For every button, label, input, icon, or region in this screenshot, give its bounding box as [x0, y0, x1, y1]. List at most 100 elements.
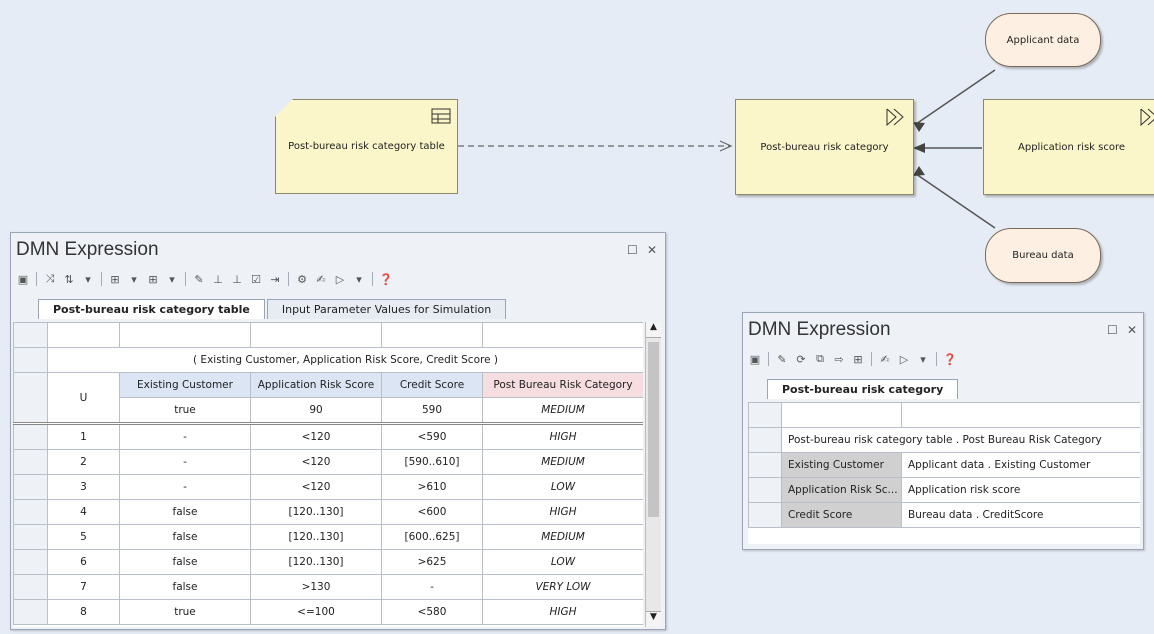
table-cell[interactable]: <600	[381, 499, 483, 525]
play-icon[interactable]: ▷	[332, 271, 348, 287]
table-row[interactable]: 3- <120 >610 LOW	[13, 474, 643, 500]
table-knowledge-node[interactable]: Post-bureau risk category table	[275, 99, 458, 194]
applicant-data-node[interactable]: Applicant data	[985, 13, 1101, 67]
table-cell[interactable]: <580	[381, 599, 483, 625]
validate-icon[interactable]: ⚙	[294, 271, 310, 287]
table-cell[interactable]: [590..610]	[381, 449, 483, 475]
shuffle-icon[interactable]: ⤨	[42, 271, 58, 287]
column-header-existing-customer[interactable]: Existing Customer	[119, 372, 251, 398]
table-cell[interactable]: LOW	[482, 549, 643, 575]
table-row[interactable]: 4 false [120..130] <600 HIGH	[13, 499, 643, 525]
table-cell[interactable]: [120..130]	[250, 499, 382, 525]
hierarchy-icon[interactable]: ⊥	[210, 271, 226, 287]
edit-icon[interactable]: ✎	[774, 351, 790, 367]
bureau-data-node[interactable]: Bureau data	[985, 228, 1101, 283]
chevron-down-icon[interactable]: ▾	[351, 271, 367, 287]
tab-simulation[interactable]: Input Parameter Values for Simulation	[266, 299, 507, 319]
hierarchy-alt-icon[interactable]: ⊥	[229, 271, 245, 287]
table-cell[interactable]: [600..625]	[381, 524, 483, 550]
scroll-down-icon[interactable]: ▼	[646, 611, 661, 627]
sample-cell[interactable]: 90	[250, 397, 382, 424]
table-cell[interactable]: true	[119, 599, 251, 625]
tab-table[interactable]: Post-bureau risk category table	[38, 299, 265, 319]
row-header[interactable]	[13, 574, 48, 600]
parameter-value[interactable]: Application risk score	[901, 477, 1140, 503]
table-row[interactable]: 8 true <=100 <580 HIGH	[13, 599, 643, 625]
row-header[interactable]	[748, 502, 782, 528]
table-icon[interactable]: ⊞	[850, 351, 866, 367]
save-icon[interactable]: ▣	[747, 351, 763, 367]
row-header[interactable]	[13, 499, 48, 525]
table-cell[interactable]: <120	[250, 474, 382, 500]
table-cell[interactable]: false	[119, 549, 251, 575]
table-cell[interactable]: <120	[250, 423, 382, 450]
binding-grid[interactable]: Post-bureau risk category table . Post B…	[748, 402, 1140, 544]
close-icon[interactable]: ✕	[647, 243, 657, 257]
table-cell[interactable]: -	[119, 449, 251, 475]
row-header[interactable]	[748, 427, 782, 453]
decision-node[interactable]: Post-bureau risk category	[735, 99, 914, 195]
table-row[interactable]: 2- <120 [590..610] MEDIUM	[13, 449, 643, 475]
edit-doc-icon[interactable]: ✍	[877, 351, 893, 367]
row-header[interactable]	[748, 452, 782, 478]
row-header[interactable]	[13, 474, 48, 500]
table-cell[interactable]: >130	[250, 574, 382, 600]
row-header[interactable]	[13, 599, 48, 625]
corner-cell[interactable]	[748, 402, 782, 428]
table-cell[interactable]: false	[119, 499, 251, 525]
edit-doc-icon[interactable]: ✍	[313, 271, 329, 287]
table-cell[interactable]: false	[119, 574, 251, 600]
export-icon[interactable]: ⇨	[831, 351, 847, 367]
table-cell[interactable]: HIGH	[482, 423, 643, 450]
table-cell[interactable]: MEDIUM	[482, 524, 643, 550]
sample-cell[interactable]: 590	[381, 397, 483, 424]
vertical-scrollbar[interactable]: ▲ ▼	[645, 322, 661, 627]
row-header[interactable]	[13, 347, 48, 373]
table-row[interactable]: Existing Customer Applicant data . Existi…	[748, 452, 1140, 478]
scrollbar-thumb[interactable]	[648, 342, 659, 517]
corner-cell[interactable]	[13, 322, 48, 348]
close-icon[interactable]: ✕	[1127, 323, 1137, 337]
hit-policy-cell[interactable]: U	[47, 372, 120, 424]
insert-icon[interactable]: ⇥	[267, 271, 283, 287]
chevron-down-icon[interactable]: ▾	[164, 271, 180, 287]
column-header-app-risk-score[interactable]: Application Risk Score	[250, 372, 382, 398]
row-header[interactable]	[748, 477, 782, 503]
checkbox-icon[interactable]: ☑	[248, 271, 264, 287]
sort-icon[interactable]: ⇅	[61, 271, 77, 287]
row-header[interactable]	[13, 524, 48, 550]
table-row[interactable]: Credit Score Bureau data . CreditScore	[748, 502, 1140, 528]
column-header-post-bureau-risk[interactable]: Post Bureau Risk Category	[482, 372, 643, 398]
table-cell[interactable]: false	[119, 524, 251, 550]
table-cell[interactable]: >610	[381, 474, 483, 500]
row-header[interactable]	[13, 549, 48, 575]
maximize-icon[interactable]: ☐	[627, 243, 638, 257]
decision-table-grid[interactable]: ( Existing Customer, Application Risk Sc…	[13, 322, 643, 627]
sample-cell[interactable]: true	[119, 397, 251, 424]
table-row[interactable]: 6 false [120..130] >625 LOW	[13, 549, 643, 575]
maximize-icon[interactable]: ☐	[1107, 323, 1118, 337]
parameter-value[interactable]: Bureau data . CreditScore	[901, 502, 1140, 528]
table-row[interactable]: Application Risk Sc... Application risk s…	[748, 477, 1140, 503]
table-row[interactable]: 7 false >130- VERY LOW	[13, 574, 643, 600]
table-cell[interactable]: >625	[381, 549, 483, 575]
table-cell[interactable]: VERY LOW	[482, 574, 643, 600]
chevron-down-icon[interactable]: ▾	[80, 271, 96, 287]
table-cell[interactable]: HIGH	[482, 599, 643, 625]
help-icon[interactable]: ❓	[942, 351, 958, 367]
copy-icon[interactable]: ⧉	[812, 351, 828, 367]
column-header-credit-score[interactable]: Credit Score	[381, 372, 483, 398]
table-cell[interactable]: MEDIUM	[482, 449, 643, 475]
row-header[interactable]	[13, 372, 48, 424]
table-cell[interactable]: LOW	[482, 474, 643, 500]
grid-bold-icon[interactable]: ⊞	[145, 271, 161, 287]
grid-icon[interactable]: ⊞	[107, 271, 123, 287]
table-row[interactable]: 5 false [120..130] [600..625] MEDIUM	[13, 524, 643, 550]
refresh-icon[interactable]: ⟳	[793, 351, 809, 367]
play-icon[interactable]: ▷	[896, 351, 912, 367]
chevron-down-icon[interactable]: ▾	[915, 351, 931, 367]
app-risk-node[interactable]: Application risk score	[983, 99, 1154, 195]
table-cell[interactable]: <590	[381, 423, 483, 450]
row-header[interactable]	[13, 423, 48, 450]
save-icon[interactable]: ▣	[15, 271, 31, 287]
